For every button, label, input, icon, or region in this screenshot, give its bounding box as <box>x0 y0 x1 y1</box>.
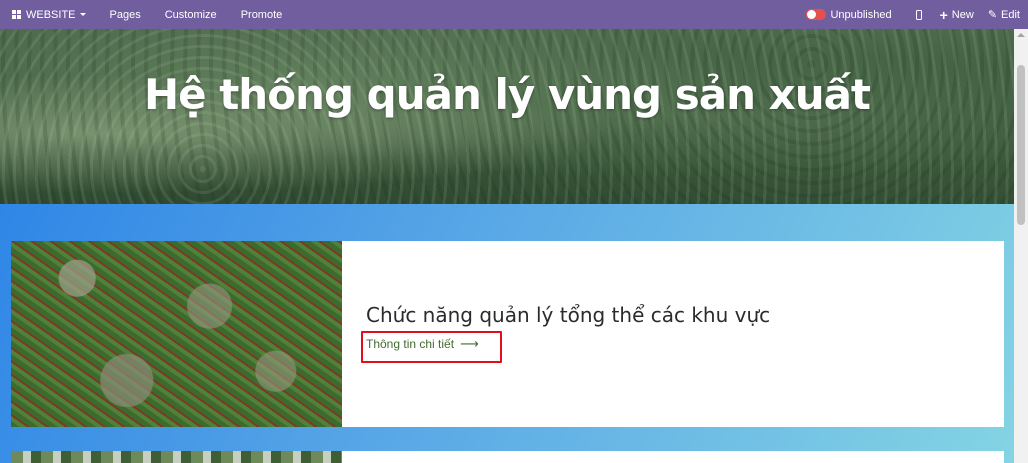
feature-card-next <box>11 451 1004 463</box>
card-body: Chức năng quản lý tổng thể các khu vực T… <box>342 241 1004 427</box>
new-button[interactable]: + New <box>940 0 974 29</box>
promote-menu[interactable]: Promote <box>241 0 283 29</box>
mobile-phone-icon <box>915 9 922 20</box>
coffee-farm-image <box>11 241 342 427</box>
scroll-up-arrow-icon[interactable] <box>1017 33 1025 37</box>
scrollbar[interactable] <box>1014 29 1028 463</box>
top-bar: WEBSITE Pages Customize Promote Unpublis… <box>0 0 1028 29</box>
card-image-next <box>11 451 342 463</box>
edit-button[interactable]: ✎ Edit <box>988 0 1020 29</box>
toggle-switch-icon <box>806 9 827 20</box>
publish-toggle[interactable]: Unpublished <box>806 0 892 29</box>
page-title: Hệ thống quản lý vùng sản xuất <box>143 70 871 119</box>
scroll-thumb[interactable] <box>1017 65 1025 225</box>
caret-down-icon <box>79 13 86 16</box>
arrow-right-icon: ⟶ <box>460 336 479 351</box>
plus-icon: + <box>939 6 948 23</box>
card-title: Chức năng quản lý tổng thể các khu vực <box>366 303 771 327</box>
pencil-icon: ✎ <box>987 9 998 21</box>
new-label: New <box>951 8 974 21</box>
website-label: WEBSITE <box>26 8 76 21</box>
website-menu-button[interactable]: WEBSITE <box>12 0 86 29</box>
content-section: Chức năng quản lý tổng thể các khu vực T… <box>0 204 1014 463</box>
feature-card: Chức năng quản lý tổng thể các khu vực T… <box>11 241 1004 427</box>
details-link-label: Thông tin chi tiết <box>366 337 455 351</box>
customize-menu[interactable]: Customize <box>165 0 217 29</box>
apps-grid-icon <box>12 10 21 19</box>
publish-status: Unpublished <box>830 8 892 21</box>
pages-menu[interactable]: Pages <box>110 0 141 29</box>
mobile-preview-button[interactable] <box>915 0 922 29</box>
hero-banner: Hệ thống quản lý vùng sản xuất <box>0 29 1014 204</box>
details-link[interactable]: Thông tin chi tiết ⟶ <box>366 336 479 352</box>
edit-label: Edit <box>1001 8 1020 21</box>
